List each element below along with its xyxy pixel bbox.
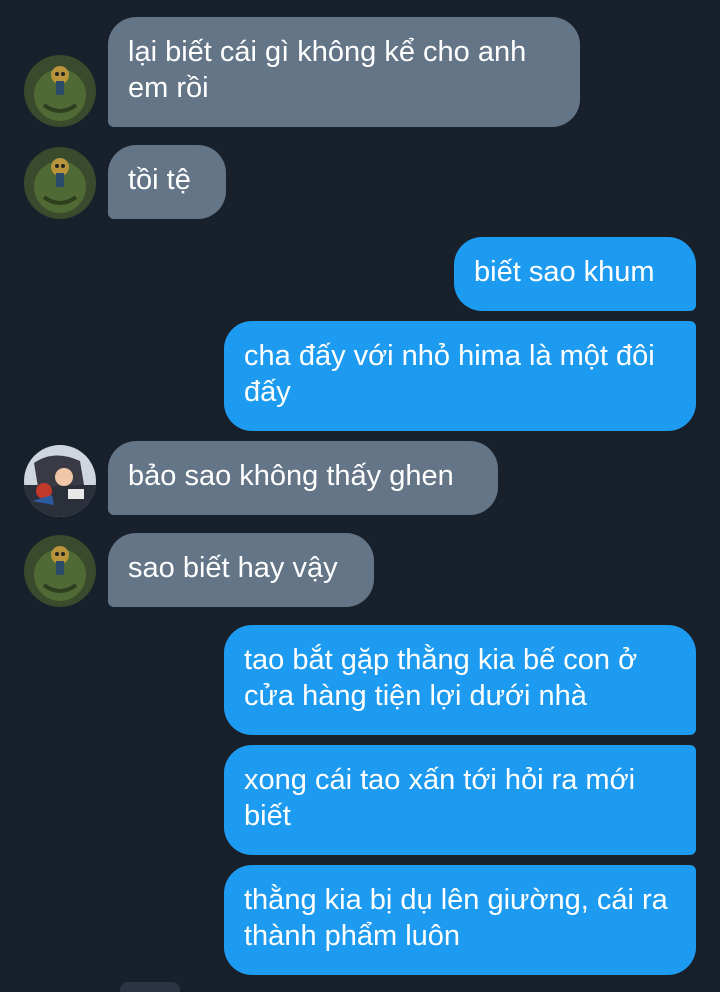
incoming-message[interactable]: tồi tệ <box>108 145 226 219</box>
outgoing-message[interactable]: tao bắt gặp thằng kia bế con ở cửa hàng … <box>224 625 696 735</box>
frog-avatar-image <box>24 535 96 607</box>
incoming-message[interactable]: lại biết cái gì không kể cho anh em rồi <box>108 17 580 127</box>
anime-avatar-image <box>24 445 96 517</box>
frog-avatar-image <box>24 55 96 127</box>
outgoing-message[interactable]: cha đấy với nhỏ hima là một đôi đấy <box>224 321 696 431</box>
outgoing-message[interactable]: biết sao khum <box>454 237 696 311</box>
incoming-message[interactable]: sao biết hay vậy <box>108 533 374 607</box>
anime-avatar[interactable] <box>24 445 96 517</box>
next-message-edge <box>120 982 180 992</box>
incoming-message[interactable]: bảo sao không thấy ghen <box>108 441 498 515</box>
frog-avatar[interactable] <box>24 55 96 127</box>
frog-avatar[interactable] <box>24 147 96 219</box>
outgoing-message[interactable]: thằng kia bị dụ lên giường, cái ra thành… <box>224 865 696 975</box>
frog-avatar-image <box>24 147 96 219</box>
outgoing-message[interactable]: xong cái tao xấn tới hỏi ra mới biết <box>224 745 696 855</box>
frog-avatar[interactable] <box>24 535 96 607</box>
